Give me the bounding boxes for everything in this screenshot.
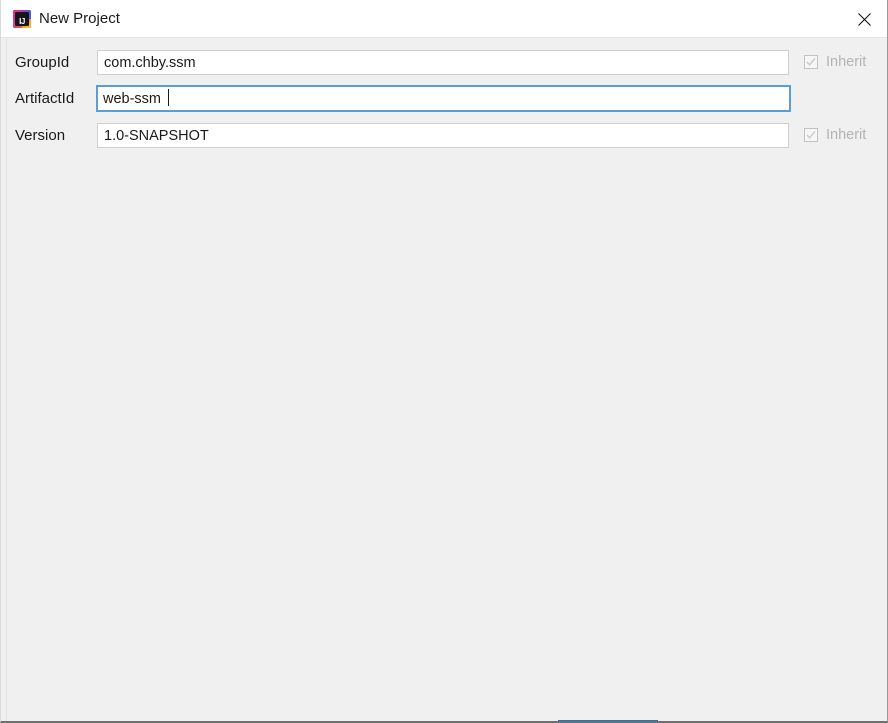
title-bar: IJ New Project <box>1 0 887 38</box>
version-input[interactable] <box>97 123 789 148</box>
form-row-version: Version Inherit <box>1 123 887 149</box>
dialog-footer: Previous Next Cancel Help <box>1 678 887 721</box>
form-row-groupid: GroupId Inherit <box>1 50 887 76</box>
artifactid-input[interactable] <box>96 85 791 112</box>
artifactid-label: ArtifactId <box>15 90 75 107</box>
intellij-idea-icon: IJ <box>13 10 31 28</box>
app-icon-text: IJ <box>19 17 25 26</box>
text-caret <box>168 89 169 106</box>
close-icon <box>857 12 871 26</box>
new-project-dialog: IJ New Project GroupId Inherit <box>0 0 888 723</box>
check-icon <box>806 130 816 139</box>
version-label: Version <box>15 127 66 144</box>
inherit-label: Inherit <box>826 54 867 70</box>
groupid-input[interactable] <box>97 50 789 75</box>
inherit-label: Inherit <box>826 127 867 143</box>
version-inherit-checkbox[interactable]: Inherit <box>804 126 887 146</box>
checkbox-box <box>804 128 818 142</box>
form-row-artifactid: ArtifactId <box>1 85 887 112</box>
close-button[interactable] <box>841 0 887 38</box>
dialog-content: GroupId Inherit ArtifactId Version <box>1 38 887 721</box>
groupid-label: GroupId <box>15 54 70 71</box>
window-title: New Project <box>39 10 120 27</box>
checkbox-box <box>804 55 818 69</box>
groupid-inherit-checkbox[interactable]: Inherit <box>804 53 887 73</box>
check-icon <box>806 57 816 66</box>
